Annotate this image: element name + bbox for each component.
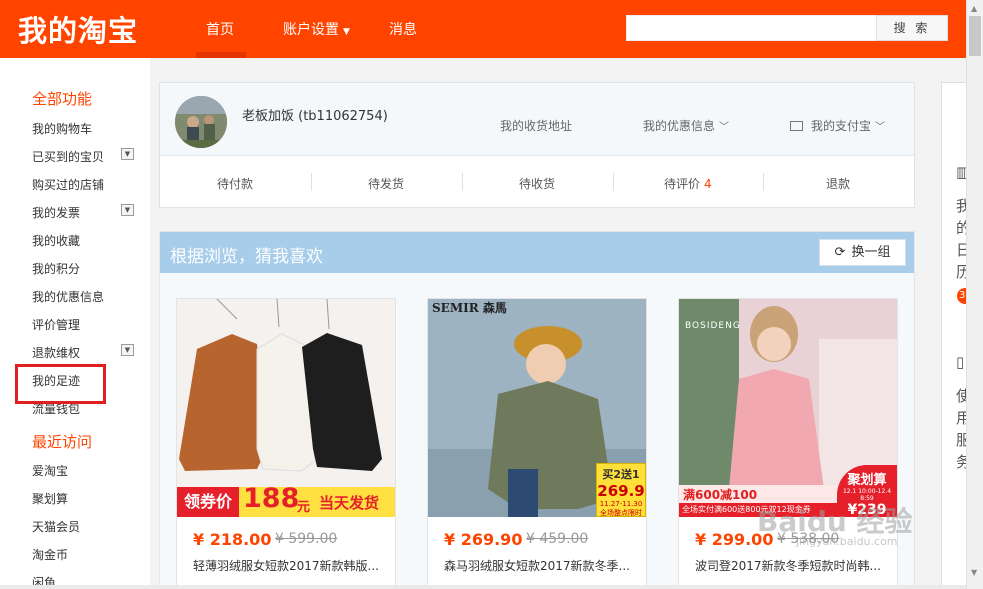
juhuasuan-title: 聚划算 <box>847 473 887 488</box>
divider <box>763 173 764 191</box>
address-link[interactable]: 我的收货地址 <box>500 117 572 134</box>
divider <box>311 173 312 191</box>
highlight-box <box>15 364 106 404</box>
sidebar-item-coupons[interactable]: 我的优惠信息 <box>32 288 104 305</box>
sidebar-recent-item[interactable]: 天猫会员 <box>32 518 80 535</box>
product-image[interactable]: BOSIDENG 满600减100 全场实付满600送800元双12现金券 聚划… <box>679 299 897 517</box>
product-name[interactable]: 波司登2017新款冬季短款时尚韩... <box>695 557 885 574</box>
sidebar-item-reviews[interactable]: 评价管理 <box>32 316 80 333</box>
order-pending-shipment[interactable]: 待发货 <box>368 175 404 192</box>
product-name[interactable]: 轻薄羽绒服女短款2017新款韩版... <box>193 557 383 574</box>
sidebar-item-points[interactable]: 我的积分 <box>32 260 80 277</box>
order-pending-payment[interactable]: 待付款 <box>217 175 253 192</box>
recommend-header: 根据浏览，猜我喜欢 ⟳ 换一组 <box>160 232 914 273</box>
chevron-down-icon: ﹀ <box>875 122 886 133</box>
caret-down-icon: ▼ <box>343 27 350 37</box>
avatar[interactable] <box>175 96 227 148</box>
promo-badge-price: 269.9 <box>597 482 645 500</box>
sidebar-item-favorites[interactable]: 我的收藏 <box>32 232 80 249</box>
refresh-button[interactable]: ⟳ 换一组 <box>819 239 906 266</box>
product-old-price: ¥ 599.00 <box>275 531 338 547</box>
watermark: Baidu 经验 <box>757 505 913 538</box>
expand-toggle-icon[interactable]: ▼ <box>121 344 134 356</box>
alipay-link-label: 我的支付宝 <box>811 119 872 133</box>
product-image[interactable]: 领券价 188 元 当天发货 <box>177 299 395 517</box>
promo-text: 满600减100 <box>683 488 758 502</box>
expand-toggle-icon[interactable]: ▼ <box>121 204 134 216</box>
coupon-unit: 元 <box>297 500 311 515</box>
product-old-price: ¥ 459.00 <box>526 531 589 547</box>
scroll-thumb[interactable] <box>969 16 981 56</box>
order-pending-review[interactable]: 待评价 4 <box>664 175 712 192</box>
header-bar: 我的淘宝 首页 账户设置 ▼ 消息 搜 索 <box>0 0 966 58</box>
sidebar-item-refunds[interactable]: 退款维权 <box>32 344 80 361</box>
sidebar: 全部功能 我的购物车 已买到的宝贝 ▼ 购买过的店铺 我的发票 ▼ 我的收藏 我… <box>0 58 150 589</box>
profile-header: 老板加饭 (tb11062754) 我的收货地址 我的优惠信息 ﹀ 我的支付宝 ﹀ <box>160 83 914 156</box>
product-card[interactable]: SEMIR 森馬 买2送1 269.9 11.27-11.30 全场整点限时 ¥… <box>427 298 647 589</box>
brand-logo: BOSIDENG <box>685 321 741 331</box>
nav-home[interactable]: 首页 <box>206 19 234 39</box>
promo-badge-line1: 买2送1 <box>602 468 640 481</box>
product-image[interactable]: SEMIR 森馬 买2送1 269.9 11.27-11.30 全场整点限时 <box>428 299 646 517</box>
card-icon <box>790 121 803 131</box>
promo-badge: 买2送1 269.9 11.27-11.30 全场整点限时 <box>596 463 646 517</box>
scroll-down-icon[interactable]: ▼ <box>971 568 977 577</box>
search-input[interactable] <box>626 15 878 41</box>
scroll-up-icon[interactable]: ▲ <box>971 4 977 13</box>
order-label: 退款 <box>826 177 851 191</box>
product-price: ¥ 269.90 <box>444 530 523 549</box>
divider <box>613 173 614 191</box>
recommend-title: 根据浏览，猜我喜欢 <box>170 247 323 267</box>
coupon-label: 领券价 <box>177 487 239 517</box>
order-count: 4 <box>704 177 712 191</box>
nav-account-settings[interactable]: 账户设置 ▼ <box>283 19 350 39</box>
brand-logo: SEMIR 森馬 <box>432 301 507 315</box>
product-name[interactable]: 森马羽绒服女短款2017新款冬季... <box>444 557 634 574</box>
order-refund[interactable]: 退款 <box>826 175 850 192</box>
order-pending-receipt[interactable]: 待收货 <box>519 175 555 192</box>
search-button[interactable]: 搜 索 <box>876 15 948 41</box>
sidebar-recent-item[interactable]: 聚划算 <box>32 490 68 507</box>
divider <box>462 173 463 191</box>
service-icon: ▯ <box>956 353 965 371</box>
alipay-link[interactable]: 我的支付宝 ﹀ <box>790 117 885 134</box>
sidebar-all-title[interactable]: 全部功能 <box>32 88 92 109</box>
order-label: 待收货 <box>519 177 556 191</box>
coupon-banner: 领券价 188 元 当天发货 <box>177 483 395 517</box>
sidebar-item-bought[interactable]: 已买到的宝贝 <box>32 148 104 165</box>
watermark-url: jingyan.baidu.com <box>796 535 898 548</box>
refresh-icon: ⟳ <box>834 245 846 260</box>
order-label: 待评价 <box>664 177 701 191</box>
coupons-link-label: 我的优惠信息 <box>643 119 716 133</box>
coupon-tag: 当天发货 <box>319 494 380 512</box>
sidebar-item-cart[interactable]: 我的购物车 <box>32 120 92 137</box>
logo[interactable]: 我的淘宝 <box>18 8 138 50</box>
product-price: ¥ 218.00 <box>193 530 272 549</box>
sidebar-item-shops[interactable]: 购买过的店铺 <box>32 176 104 193</box>
product-card[interactable]: 领券价 188 元 当天发货 ¥ 218.00 ¥ 599.00 轻薄羽绒服女短… <box>176 298 396 589</box>
coupons-link[interactable]: 我的优惠信息 ﹀ <box>643 117 729 134</box>
vertical-scrollbar[interactable]: ▲ ▼ <box>966 0 983 589</box>
profile-card: 老板加饭 (tb11062754) 我的收货地址 我的优惠信息 ﹀ 我的支付宝 ﹀ … <box>159 82 915 208</box>
coupon-price: 188 <box>243 483 300 514</box>
username[interactable]: 老板加饭 (tb11062754) <box>242 105 388 124</box>
nav-messages[interactable]: 消息 <box>389 19 417 39</box>
sidebar-recent-item[interactable]: 爱淘宝 <box>32 462 68 479</box>
expand-toggle-icon[interactable]: ▼ <box>121 148 134 160</box>
horizontal-scrollbar[interactable] <box>0 585 966 589</box>
sidebar-recent-item[interactable]: 淘金币 <box>32 546 68 563</box>
nav-active-indicator <box>196 52 246 58</box>
right-side-panel: ▥ 我 的 日 历 3 ▯ 使 用 服 务 <box>941 82 971 589</box>
order-label: 待付款 <box>217 177 254 191</box>
sidebar-recent-title[interactable]: 最近访问 <box>32 431 92 452</box>
sidebar-item-invoice[interactable]: 我的发票 <box>32 204 80 221</box>
order-label: 待发货 <box>368 177 405 191</box>
refresh-label: 换一组 <box>851 245 891 260</box>
chevron-down-icon: ﹀ <box>719 122 730 133</box>
promo-badge-date: 11.27-11.30 全场整点限时 <box>599 500 643 517</box>
nav-account-label: 账户设置 <box>283 22 339 38</box>
